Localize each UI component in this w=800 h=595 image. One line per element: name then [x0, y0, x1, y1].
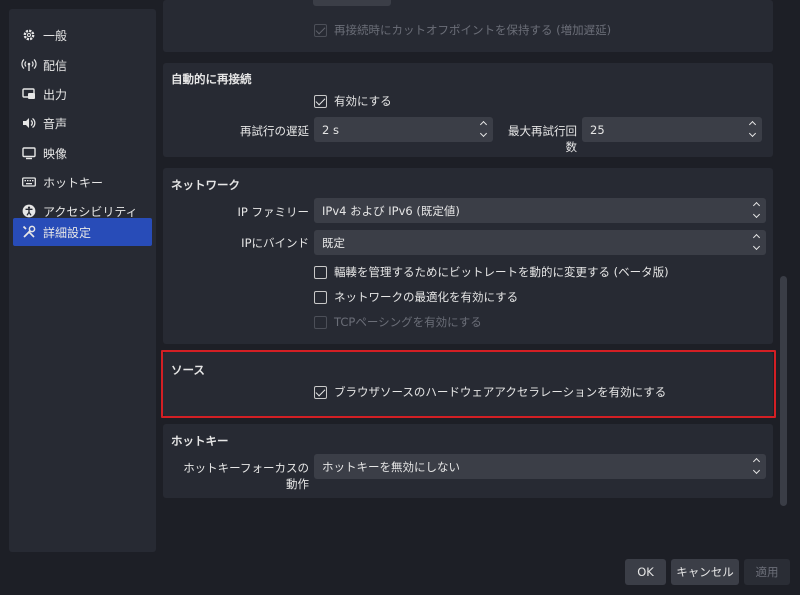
browser-hw-accel-checkbox[interactable]: ブラウザソースのハードウェアアクセラレーションを有効にする — [314, 384, 666, 400]
max-retries-spinbox[interactable]: 25 — [582, 117, 762, 142]
group-title: 自動的に再接続 — [171, 72, 252, 86]
retry-delay-label: 再試行の遅延 — [240, 124, 309, 138]
chevron-down-icon — [752, 466, 760, 475]
checkbox-box — [314, 315, 327, 329]
select-arrows — [752, 233, 760, 251]
network-optimize-checkbox[interactable]: ネットワークの最適化を有効にする — [314, 289, 518, 305]
network-group: ネットワーク IP ファミリー IPv4 および IPv6 (既定値) IPにバ… — [163, 168, 773, 344]
bind-ip-value: 既定 — [322, 235, 345, 250]
keep-cutoff-label: 再接続時にカットオフポイントを保持する (増加遅延) — [334, 23, 612, 37]
max-retries-value: 25 — [590, 122, 605, 137]
retry-delay-spinbox[interactable]: 2 s — [314, 117, 493, 142]
checkbox-box — [314, 265, 327, 279]
tcp-pacing-label: TCPペーシングを有効にする — [334, 315, 482, 329]
cancel-button[interactable]: キャンセル — [671, 559, 739, 585]
chevron-down-icon — [752, 242, 760, 251]
hotkey-focus-value: ホットキーを無効にしない — [322, 459, 460, 474]
sidebar-item-advanced[interactable]: 詳細設定 — [13, 218, 152, 246]
sidebar-item-video[interactable]: 映像 — [13, 139, 152, 167]
chevron-up-icon — [752, 457, 760, 466]
checkbox-box — [314, 290, 327, 304]
dynamic-bitrate-checkbox[interactable]: 輻輳を管理するためにビットレートを動的に変更する (ベータ版) — [314, 264, 669, 280]
chevron-down-icon[interactable] — [479, 129, 487, 138]
chevron-up-icon — [752, 201, 760, 210]
reconnect-enable-checkbox[interactable]: 有効にする — [314, 93, 392, 109]
hotkey-focus-label: ホットキーフォーカスの動作 — [183, 461, 309, 491]
ok-button[interactable]: OK — [625, 559, 666, 585]
broadcast-icon — [21, 57, 37, 73]
chevron-up-icon[interactable] — [479, 120, 487, 129]
group-title: ソース — [171, 363, 205, 377]
checkbox-box — [314, 23, 327, 37]
ip-family-value: IPv4 および IPv6 (既定値) — [322, 203, 460, 218]
bind-ip-select[interactable]: 既定 — [314, 230, 766, 255]
vertical-scrollbar[interactable] — [778, 0, 791, 512]
sidebar-item-label: 詳細設定 — [43, 225, 92, 240]
delay-spinbox-remnant — [313, 0, 391, 6]
settings-sidebar: 一般 配信 出力 音声 映像 ホットキー アクセシビリティ 詳細設定 — [9, 9, 156, 552]
sidebar-item-general[interactable]: 一般 — [13, 21, 152, 49]
auto-reconnect-group: 自動的に再接続 有効にする 再試行の遅延 2 s 最大再試行回数 25 — [163, 63, 773, 157]
sources-group: ソース ブラウザソースのハードウェアアクセラレーションを有効にする — [163, 352, 773, 416]
checkbox-box — [314, 94, 327, 108]
accessibility-icon — [21, 203, 37, 219]
tcp-pacing-checkbox[interactable]: TCPペーシングを有効にする — [314, 314, 482, 330]
apply-button[interactable]: 適用 — [744, 559, 790, 585]
hotkeys-group: ホットキー ホットキーフォーカスの動作 ホットキーを無効にしない — [163, 424, 773, 498]
sidebar-item-label: アクセシビリティ — [43, 204, 138, 219]
keep-cutoff-checkbox[interactable]: 再接続時にカットオフポイントを保持する (増加遅延) — [314, 22, 611, 38]
hotkey-focus-select[interactable]: ホットキーを無効にしない — [314, 454, 766, 479]
reconnect-enable-label: 有効にする — [334, 94, 392, 108]
spin-arrows — [748, 120, 756, 138]
sidebar-item-audio[interactable]: 音声 — [13, 109, 152, 137]
select-arrows — [752, 457, 760, 475]
sidebar-item-label: 音声 — [43, 116, 68, 131]
chevron-up-icon[interactable] — [748, 120, 756, 129]
group-title: ホットキー — [171, 434, 229, 448]
retry-delay-value: 2 s — [322, 122, 339, 137]
checkbox-box — [314, 385, 327, 399]
sidebar-item-output[interactable]: 出力 — [13, 80, 152, 108]
sidebar-item-label: 出力 — [43, 87, 68, 102]
sidebar-item-label: 一般 — [43, 28, 68, 43]
group-title: ネットワーク — [171, 178, 240, 192]
settings-content: 再接続時にカットオフポイントを保持する (増加遅延) 自動的に再接続 有効にする… — [163, 0, 773, 500]
browser-hw-accel-label: ブラウザソースのハードウェアアクセラレーションを有効にする — [334, 385, 667, 399]
network-optimize-label: ネットワークの最適化を有効にする — [334, 290, 519, 304]
monitor-icon — [21, 145, 37, 161]
max-retries-label: 最大再試行回数 — [508, 124, 577, 154]
select-arrows — [752, 201, 760, 219]
sidebar-item-label: 映像 — [43, 146, 68, 161]
sidebar-item-stream[interactable]: 配信 — [13, 51, 152, 79]
dynamic-bitrate-label: 輻輳を管理するためにビットレートを動的に変更する (ベータ版) — [334, 265, 669, 279]
ip-family-select[interactable]: IPv4 および IPv6 (既定値) — [314, 198, 766, 223]
gear-icon — [21, 27, 37, 43]
scrollbar-thumb[interactable] — [780, 276, 787, 506]
bind-ip-label: IPにバインド — [241, 236, 309, 250]
chevron-down-icon — [752, 210, 760, 219]
tools-icon — [21, 224, 37, 240]
keyboard-icon — [21, 174, 37, 190]
chevron-down-icon[interactable] — [748, 129, 756, 138]
stream-delay-group: 再接続時にカットオフポイントを保持する (増加遅延) — [163, 0, 773, 52]
output-icon — [21, 86, 37, 102]
chevron-up-icon — [752, 233, 760, 242]
sidebar-item-hotkeys[interactable]: ホットキー — [13, 168, 152, 196]
spin-arrows — [479, 120, 487, 138]
ip-family-label: IP ファミリー — [237, 205, 309, 219]
speaker-icon — [21, 115, 37, 131]
sidebar-item-label: 配信 — [43, 58, 68, 73]
sidebar-item-label: ホットキー — [43, 175, 104, 190]
